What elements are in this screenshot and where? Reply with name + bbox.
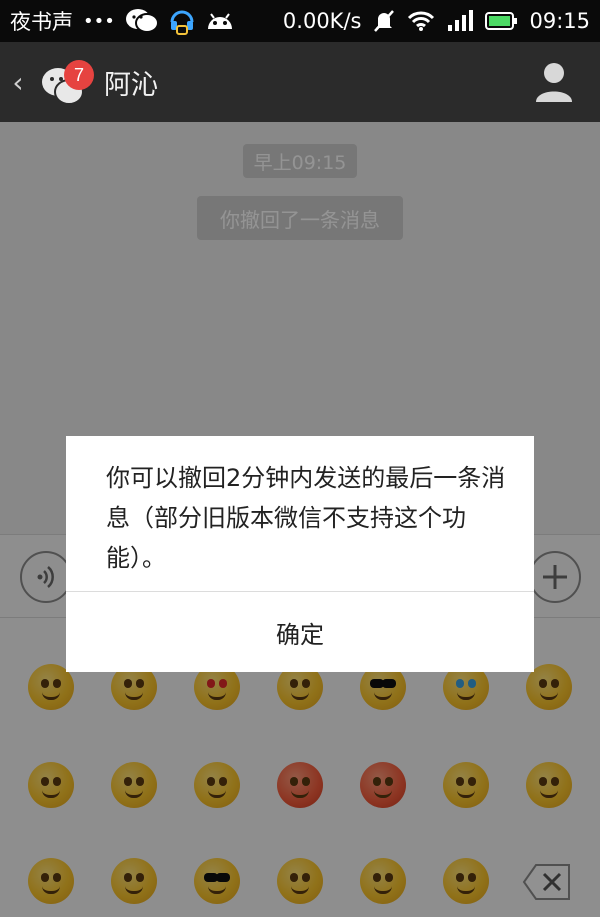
back-icon: ‹	[12, 65, 24, 99]
carrier-label: 夜书声	[10, 10, 73, 34]
chat-list-button[interactable]: 7	[36, 52, 98, 112]
chat-title: 阿沁	[104, 69, 158, 101]
recall-info-dialog: 你可以撤回2分钟内发送的最后一条消息（部分旧版本微信不支持这个功能）。 确定	[66, 436, 534, 672]
mute-icon	[374, 10, 395, 32]
status-bar: 夜书声 ••• 0.00K/s 09:15	[0, 0, 600, 42]
signal-icon	[448, 10, 474, 31]
unread-badge: 7	[64, 60, 94, 90]
wifi-icon	[408, 11, 435, 31]
network-speed: 0.00K/s	[282, 9, 362, 33]
profile-icon[interactable]	[534, 60, 574, 104]
chat-header: ‹ 7 阿沁	[0, 42, 600, 122]
dialog-message: 你可以撤回2分钟内发送的最后一条消息（部分旧版本微信不支持这个功能）。	[106, 464, 506, 572]
headset-icon	[170, 10, 194, 35]
confirm-button[interactable]: 确定	[66, 592, 534, 672]
more-dots: •••	[83, 10, 115, 32]
clock: 09:15	[529, 9, 590, 33]
wechat-icon	[125, 9, 159, 33]
back-button[interactable]: ‹	[0, 42, 36, 122]
android-icon	[207, 13, 232, 29]
battery-icon	[485, 12, 518, 30]
